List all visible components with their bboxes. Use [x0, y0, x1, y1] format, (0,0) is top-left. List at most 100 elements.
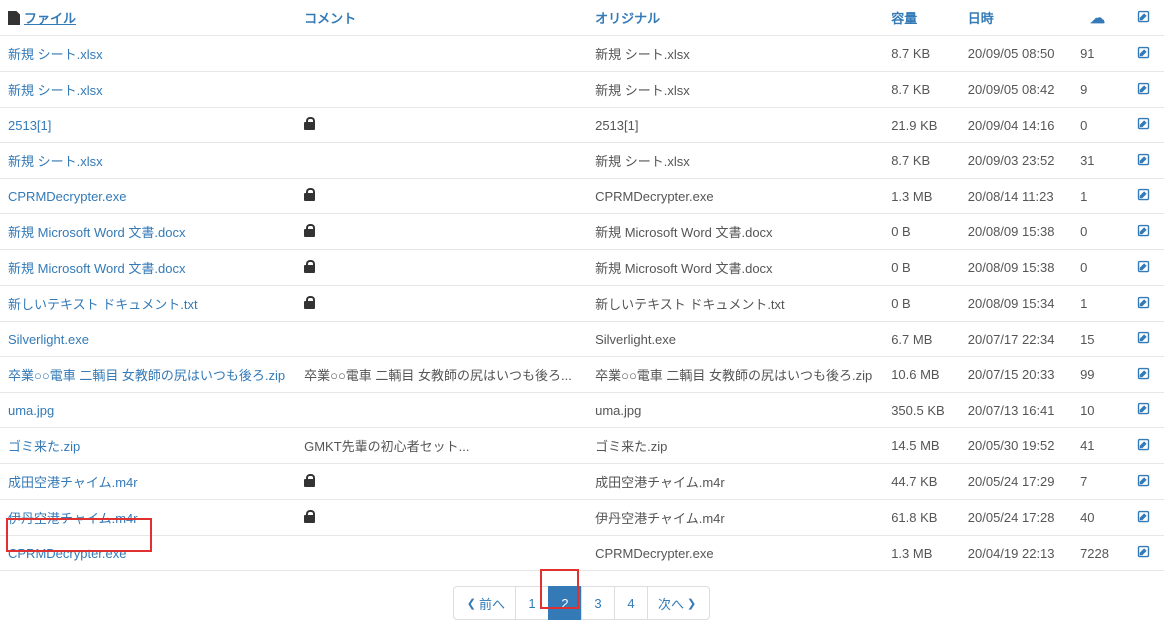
- col-header-original[interactable]: オリジナル: [587, 0, 883, 36]
- lock-icon: [304, 188, 315, 201]
- date-cell: 20/09/04 14:16: [960, 108, 1072, 143]
- edit-icon[interactable]: [1136, 187, 1151, 202]
- edit-icon[interactable]: [1136, 259, 1151, 274]
- file-table: ファイル コメント オリジナル 容量 日時 ☁ 新規 シート.xlsx 新規 シー…: [0, 0, 1164, 571]
- edit-icon[interactable]: [1136, 509, 1151, 524]
- size-cell: 0 B: [883, 286, 960, 322]
- date-cell: 20/08/09 15:38: [960, 214, 1072, 250]
- header-comment-label: コメント: [304, 11, 356, 26]
- date-cell: 20/08/09 15:34: [960, 286, 1072, 322]
- file-link[interactable]: 成田空港チャイム.m4r: [8, 475, 138, 490]
- col-header-size[interactable]: 容量: [883, 0, 960, 36]
- file-link[interactable]: 新しいテキスト ドキュメント.txt: [8, 297, 198, 312]
- original-text: CPRMDecrypter.exe: [595, 189, 713, 204]
- table-row: uma.jpguma.jpg350.5 KB20/07/13 16:4110: [0, 393, 1164, 428]
- date-cell: 20/08/14 11:23: [960, 179, 1072, 214]
- page-3-button[interactable]: 3: [581, 586, 615, 620]
- lock-icon: [304, 260, 315, 273]
- size-cell: 44.7 KB: [883, 464, 960, 500]
- lock-icon: [304, 474, 315, 487]
- original-text: 2513[1]: [595, 118, 638, 133]
- size-cell: 350.5 KB: [883, 393, 960, 428]
- date-cell: 20/07/15 20:33: [960, 357, 1072, 393]
- download-count-cell: 0: [1072, 250, 1123, 286]
- file-link[interactable]: Silverlight.exe: [8, 332, 89, 347]
- edit-icon[interactable]: [1136, 81, 1151, 96]
- page-4-button[interactable]: 4: [614, 586, 648, 620]
- page-2-button[interactable]: 2: [548, 586, 582, 620]
- file-link[interactable]: 伊丹空港チャイム.m4r: [8, 511, 138, 526]
- date-cell: 20/05/24 17:29: [960, 464, 1072, 500]
- page-1-button[interactable]: 1: [515, 586, 549, 620]
- table-row: 新規 シート.xlsx新規 シート.xlsx8.7 KB20/09/03 23:…: [0, 143, 1164, 179]
- page-prev-label: 前へ: [479, 594, 505, 613]
- comment-text: GMKT先輩の初心者セット...: [304, 439, 469, 454]
- header-date-label: 日時: [968, 11, 994, 26]
- download-count-cell: 0: [1072, 108, 1123, 143]
- original-text: CPRMDecrypter.exe: [595, 546, 713, 561]
- file-link[interactable]: CPRMDecrypter.exe: [8, 546, 126, 561]
- original-text: Silverlight.exe: [595, 332, 676, 347]
- edit-icon[interactable]: [1136, 401, 1151, 416]
- size-cell: 8.7 KB: [883, 36, 960, 72]
- download-count-cell: 40: [1072, 500, 1123, 536]
- edit-icon[interactable]: [1136, 473, 1151, 488]
- size-cell: 14.5 MB: [883, 428, 960, 464]
- table-row: 伊丹空港チャイム.m4r伊丹空港チャイム.m4r61.8 KB20/05/24 …: [0, 500, 1164, 536]
- download-count-cell: 7: [1072, 464, 1123, 500]
- col-header-comment[interactable]: コメント: [296, 0, 587, 36]
- col-header-download[interactable]: ☁: [1072, 0, 1123, 36]
- size-cell: 1.3 MB: [883, 179, 960, 214]
- download-count-cell: 9: [1072, 72, 1123, 108]
- download-count-cell: 1: [1072, 286, 1123, 322]
- size-cell: 21.9 KB: [883, 108, 960, 143]
- size-cell: 0 B: [883, 250, 960, 286]
- lock-icon: [304, 510, 315, 523]
- page-next-button[interactable]: 次へ❯: [647, 586, 710, 620]
- file-link[interactable]: uma.jpg: [8, 403, 54, 418]
- header-original-label: オリジナル: [595, 11, 660, 26]
- file-link[interactable]: 卒業○○電車 二輌目 女教師の尻はいつも後ろ.zip: [8, 368, 285, 383]
- download-count-cell: 10: [1072, 393, 1123, 428]
- edit-icon[interactable]: [1136, 437, 1151, 452]
- download-count-cell: 99: [1072, 357, 1123, 393]
- download-count-cell: 0: [1072, 214, 1123, 250]
- col-header-date[interactable]: 日時: [960, 0, 1072, 36]
- original-text: 新規 Microsoft Word 文書.docx: [595, 261, 772, 276]
- edit-icon[interactable]: [1136, 366, 1151, 381]
- edit-icon: [1136, 9, 1151, 24]
- size-cell: 10.6 MB: [883, 357, 960, 393]
- size-cell: 8.7 KB: [883, 143, 960, 179]
- edit-icon[interactable]: [1136, 223, 1151, 238]
- original-text: 新規 シート.xlsx: [595, 154, 690, 169]
- chevron-left-icon: ❮: [467, 597, 476, 610]
- edit-icon[interactable]: [1136, 45, 1151, 60]
- size-cell: 0 B: [883, 214, 960, 250]
- col-header-file[interactable]: ファイル: [0, 0, 296, 36]
- file-link[interactable]: 新規 シート.xlsx: [8, 47, 103, 62]
- edit-icon[interactable]: [1136, 152, 1151, 167]
- date-cell: 20/05/24 17:28: [960, 500, 1072, 536]
- file-link[interactable]: ゴミ来た.zip: [8, 439, 80, 454]
- size-cell: 6.7 MB: [883, 322, 960, 357]
- table-row: 新規 Microsoft Word 文書.docx新規 Microsoft Wo…: [0, 214, 1164, 250]
- table-row: 新しいテキスト ドキュメント.txt新しいテキスト ドキュメント.txt0 B2…: [0, 286, 1164, 322]
- page-prev-button[interactable]: ❮前へ: [453, 586, 516, 620]
- file-link[interactable]: 新規 Microsoft Word 文書.docx: [8, 261, 185, 276]
- col-header-action[interactable]: [1123, 0, 1164, 36]
- cloud-download-icon: ☁: [1090, 10, 1105, 27]
- edit-icon[interactable]: [1136, 330, 1151, 345]
- file-link[interactable]: 2513[1]: [8, 118, 51, 133]
- date-cell: 20/07/17 22:34: [960, 322, 1072, 357]
- file-link[interactable]: 新規 シート.xlsx: [8, 154, 103, 169]
- edit-icon[interactable]: [1136, 544, 1151, 559]
- file-link[interactable]: 新規 シート.xlsx: [8, 83, 103, 98]
- date-cell: 20/09/05 08:42: [960, 72, 1072, 108]
- original-text: 新規 シート.xlsx: [595, 47, 690, 62]
- file-link[interactable]: CPRMDecrypter.exe: [8, 189, 126, 204]
- edit-icon[interactable]: [1136, 295, 1151, 310]
- file-link[interactable]: 新規 Microsoft Word 文書.docx: [8, 225, 185, 240]
- original-text: 成田空港チャイム.m4r: [595, 475, 725, 490]
- edit-icon[interactable]: [1136, 116, 1151, 131]
- pagination: ❮前へ 1 2 3 4 次へ❯: [0, 586, 1164, 620]
